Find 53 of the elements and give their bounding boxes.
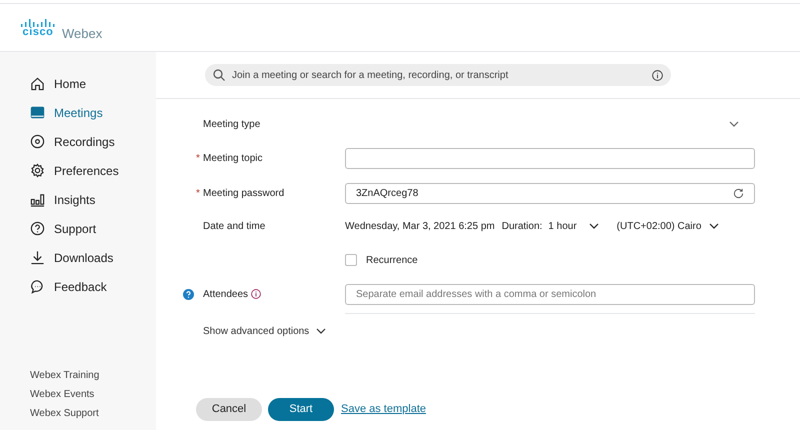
footer-link[interactable]: Webex Support [30, 406, 99, 422]
calendar-icon [30, 105, 45, 120]
cancel-button[interactable]: Cancel [196, 398, 262, 421]
field-label: Meeting topic [203, 152, 262, 166]
password-field[interactable]: 3ZnAQrceg78 [345, 182, 755, 204]
search-field[interactable]: Join a meeting or search for a meeting, recording, or transcript [205, 64, 671, 86]
checkbox[interactable] [345, 254, 357, 266]
save-template-link[interactable]: Save as template [341, 401, 426, 418]
field-label: Date and time [203, 220, 266, 234]
footer-link[interactable]: Webex Training [30, 368, 100, 384]
chevron-down-icon[interactable] [729, 121, 739, 127]
start-button[interactable]: Start [268, 398, 334, 421]
logo-brand: cisco [22, 27, 54, 38]
help-icon [30, 221, 45, 236]
advanced-options-toggle[interactable]: Show advanced options [203, 324, 326, 338]
search-input: Join a meeting or search for a meeting, recording, or transcript [232, 68, 645, 82]
required-mark: * [196, 152, 200, 166]
info-icon [652, 70, 663, 80]
sidebar-item[interactable]: Feedback [0, 272, 156, 301]
logo-product: Webex [62, 24, 102, 42]
sidebar-item[interactable]: Insights [0, 185, 156, 214]
chevron-down-icon [709, 223, 720, 229]
duration-dropdown[interactable]: 1 hour [548, 218, 599, 234]
field-label: Attendees [203, 288, 248, 302]
password-value: 3ZnAQrceg78 [356, 186, 418, 200]
timezone-dropdown[interactable]: (UTC+02:00) Cairo [616, 218, 720, 234]
search-icon [213, 69, 225, 81]
help-badge-icon [183, 288, 194, 300]
required-mark: * [196, 186, 200, 200]
chevron-down-icon [588, 223, 599, 229]
bar-chart-icon [30, 192, 45, 207]
field-label: Meeting password [203, 186, 284, 200]
sidebar-item[interactable]: Downloads [0, 243, 156, 272]
sidebar-item[interactable]: Preferences [0, 156, 156, 185]
sidebar-item[interactable]: Home [0, 69, 156, 98]
logo-bars-icon [20, 19, 56, 27]
disc-icon [30, 134, 45, 149]
chat-bubble-icon [30, 279, 45, 294]
refresh-icon[interactable] [733, 188, 744, 198]
info-icon [251, 289, 262, 299]
footer-link[interactable]: Webex Events [30, 387, 94, 403]
sidebar-item[interactable]: Meetings [0, 98, 156, 127]
field-label: Meeting type [203, 118, 260, 132]
duration-label: Duration: [502, 220, 542, 234]
checkbox-label: Recurrence [366, 254, 418, 268]
topic-input[interactable] [345, 148, 755, 168]
date-value[interactable]: Wednesday, Mar 3, 2021 6:25 pm [345, 218, 495, 234]
sidebar-item[interactable]: Support [0, 214, 156, 243]
home-icon [30, 76, 45, 91]
sidebar-item[interactable]: Recordings [0, 127, 156, 156]
attendees-input[interactable]: Separate email addresses with a comma or semicolon [345, 284, 755, 304]
download-icon [30, 250, 45, 265]
gear-icon [30, 163, 45, 178]
